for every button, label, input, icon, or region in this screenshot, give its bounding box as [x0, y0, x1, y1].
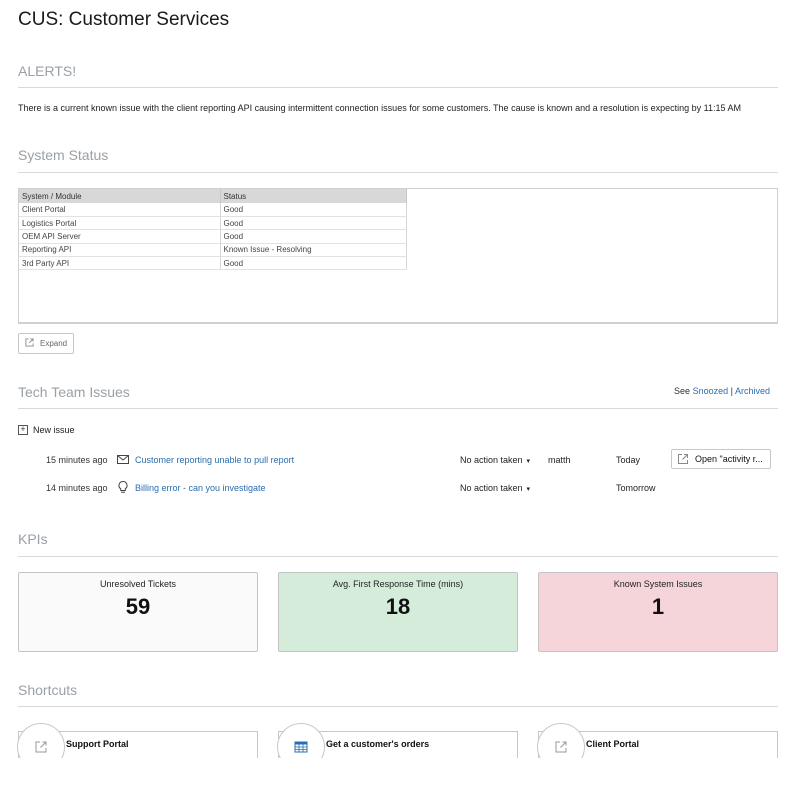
- lightbulb-icon: [116, 480, 130, 494]
- issue-due: Tomorrow: [616, 483, 656, 493]
- system-status: Good: [220, 203, 407, 217]
- kpi-card-unresolved-tickets: Unresolved Tickets 59: [18, 572, 258, 652]
- tech-issues-heading: Tech Team Issues: [18, 384, 130, 400]
- shortcut-support-portal[interactable]: Support Portal: [17, 723, 258, 771]
- system-status: Good: [220, 216, 407, 231]
- caret-down-icon: ▾: [526, 486, 531, 493]
- column-header-system: System / Module: [19, 189, 221, 203]
- system-name: Client Portal: [19, 203, 221, 217]
- external-link-icon: [678, 454, 688, 464]
- issue-row: 14 minutes ago Billing error - can you i…: [0, 480, 795, 500]
- system-status: Known Issue - Resolving: [220, 243, 407, 258]
- table-header-row: System / Module Status: [19, 189, 407, 203]
- issue-action-dropdown[interactable]: No action taken ▾: [460, 483, 530, 493]
- caret-down-icon: ▾: [526, 458, 531, 465]
- issue-time: 15 minutes ago: [46, 455, 108, 465]
- envelope-icon: [116, 452, 130, 466]
- system-name: OEM API Server: [19, 229, 221, 244]
- shortcuts-heading: Shortcuts: [18, 682, 78, 698]
- plus-icon: +: [18, 425, 28, 435]
- shortcut-customer-orders[interactable]: Get a customer's orders: [277, 723, 518, 771]
- kpi-value: 1: [651, 594, 665, 619]
- expand-label: Expand: [40, 339, 68, 348]
- see-label: See: [674, 386, 691, 396]
- issue-time: 14 minutes ago: [46, 483, 108, 493]
- expand-button[interactable]: Expand: [18, 333, 74, 354]
- open-activity-label: Open "activity r...: [695, 454, 763, 464]
- kpi-card-avg-response-time: Avg. First Response Time (mins) 18: [278, 572, 518, 652]
- kpi-value: 18: [385, 594, 411, 619]
- alerts-divider: [18, 87, 778, 88]
- link-separator: |: [730, 386, 733, 396]
- open-activity-button[interactable]: Open "activity r...: [671, 449, 771, 469]
- kpi-card-known-system-issues: Known System Issues 1: [538, 572, 778, 652]
- system-name: 3rd Party API: [19, 256, 221, 271]
- issue-row: 15 minutes ago Customer reporting unable…: [0, 449, 795, 472]
- issue-title-link[interactable]: Customer reporting unable to pull report: [135, 455, 294, 465]
- system-name: Logistics Portal: [19, 216, 221, 231]
- system-status-divider: [18, 172, 778, 173]
- issue-action-label: No action taken: [460, 455, 523, 465]
- shortcut-label: Support Portal: [66, 739, 129, 749]
- system-status-heading: System Status: [18, 147, 109, 163]
- issue-due: Today: [616, 455, 641, 465]
- tech-issues-divider: [18, 408, 778, 409]
- system-status-table: System / Module Status Client Portal Goo…: [19, 189, 407, 271]
- column-header-status: Status: [220, 189, 407, 203]
- kpi-label: Known System Issues: [613, 579, 703, 589]
- system-status: Good: [220, 256, 407, 271]
- shortcut-label: Get a customer's orders: [326, 739, 430, 749]
- kpi-value: 59: [125, 594, 151, 619]
- issue-assignee: matth: [548, 455, 571, 465]
- system-status: Good: [220, 229, 407, 244]
- system-name: Reporting API: [19, 243, 221, 258]
- kpi-label: Avg. First Response Time (mins): [332, 579, 464, 589]
- issue-action-dropdown[interactable]: No action taken ▾: [460, 455, 530, 465]
- viewport-cutoff: [0, 758, 795, 791]
- alert-message: There is a current known issue with the …: [18, 103, 742, 113]
- issue-action-label: No action taken: [460, 483, 523, 493]
- archived-link[interactable]: Archived: [735, 386, 770, 396]
- table-row: Reporting API Known Issue - Resolving: [19, 243, 407, 258]
- shortcuts-divider: [18, 706, 778, 707]
- system-status-panel: System / Module Status Client Portal Goo…: [18, 188, 778, 324]
- table-row: Logistics Portal Good: [19, 216, 407, 231]
- page-title: CUS: Customer Services: [18, 9, 230, 30]
- alerts-heading: ALERTS!: [18, 63, 77, 79]
- table-row: 3rd Party API Good: [19, 256, 407, 271]
- external-link-icon: [25, 338, 34, 349]
- table-row: OEM API Server Good: [19, 229, 407, 244]
- kpis-divider: [18, 556, 778, 557]
- snoozed-link[interactable]: Snoozed: [693, 386, 729, 396]
- see-links: See Snoozed | Archived: [674, 386, 770, 396]
- kpi-label: Unresolved Tickets: [99, 579, 177, 589]
- new-issue-label: New issue: [33, 425, 75, 435]
- issue-title-link[interactable]: Billing error - can you investigate: [135, 483, 266, 493]
- kpis-heading: KPIs: [18, 531, 48, 547]
- shortcut-label: Client Portal: [586, 739, 640, 749]
- new-issue-button[interactable]: + New issue: [18, 425, 75, 435]
- table-row: Client Portal Good: [19, 203, 407, 217]
- shortcut-client-portal[interactable]: Client Portal: [537, 723, 778, 771]
